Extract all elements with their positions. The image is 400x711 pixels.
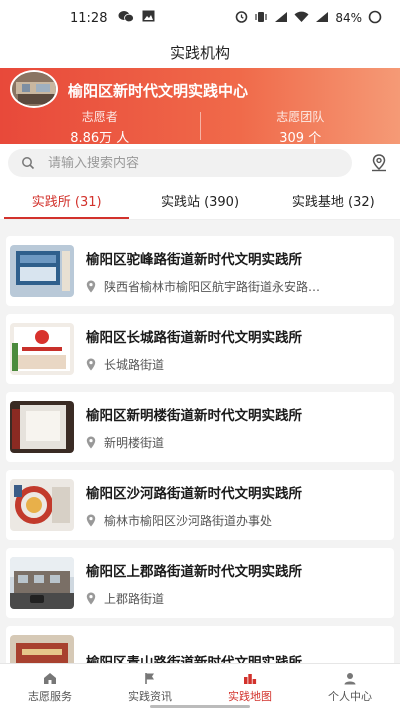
wifi-icon xyxy=(294,11,309,26)
search-row xyxy=(0,144,400,182)
center-name: 榆阳区新时代文明实践中心 xyxy=(68,82,249,100)
item-title: 榆阳区青山路街道新时代文明实践所 xyxy=(86,655,302,663)
nav-label: 实践地图 xyxy=(228,690,272,703)
map-location-button[interactable] xyxy=(368,152,390,174)
alarm-icon xyxy=(235,10,248,26)
image-icon xyxy=(142,10,155,27)
list-item[interactable]: 榆阳区上郡路街道新时代文明实践所 上郡路街道 xyxy=(6,548,394,618)
stat-value: 309 个 xyxy=(279,131,322,146)
stat-label: 志愿团队 xyxy=(276,110,325,124)
team-stat: 志愿团队 309 个 xyxy=(201,108,400,146)
item-title: 榆阳区沙河路街道新时代文明实践所 xyxy=(86,485,302,502)
item-title: 榆阳区驼峰路街道新时代文明实践所 xyxy=(86,251,302,268)
item-title: 榆阳区上郡路街道新时代文明实践所 xyxy=(86,563,302,580)
item-thumbnail xyxy=(10,401,74,453)
list-item[interactable]: 榆阳区长城路街道新时代文明实践所 长城路街道 xyxy=(6,314,394,384)
nav-label: 实践资讯 xyxy=(128,690,172,703)
item-address: 榆林市榆阳区沙河路街道办事处 xyxy=(104,513,273,528)
home-icon xyxy=(42,671,58,685)
status-time: 11:28 xyxy=(70,10,108,26)
volunteer-stat: 志愿者 8.86万 人 xyxy=(0,108,200,146)
item-address: 上郡路街道 xyxy=(104,591,165,606)
wechat-icon xyxy=(118,10,134,27)
item-thumbnail xyxy=(10,245,74,297)
nav-practice-news[interactable]: 实践资讯 xyxy=(100,664,200,711)
map-pin-icon xyxy=(372,154,386,172)
stat-label: 志愿者 xyxy=(81,110,118,124)
item-address: 长城路街道 xyxy=(104,357,165,372)
item-title: 榆阳区新明楼街道新时代文明实践所 xyxy=(86,407,302,424)
institution-list: 榆阳区驼峰路街道新时代文明实践所 陕西省榆林市榆阳区航宇路街道永安路… 榆阳区长… xyxy=(0,232,400,663)
item-address: 新明楼街道 xyxy=(104,435,165,450)
category-tabs: 实践所 (31) 实践站 (390) 实践基地 (32) xyxy=(0,182,400,220)
item-title: 榆阳区长城路街道新时代文明实践所 xyxy=(86,329,302,346)
status-bar: 11:28 84% xyxy=(0,0,400,36)
list-item[interactable]: 榆阳区新明楼街道新时代文明实践所 新明楼街道 xyxy=(6,392,394,462)
battery-icon xyxy=(368,10,382,27)
person-icon xyxy=(342,671,358,685)
signal-icon xyxy=(315,11,329,26)
item-address: 陕西省榆林市榆阳区航宇路街道永安路… xyxy=(104,279,321,294)
location-pin-icon xyxy=(86,513,98,527)
battery-percent: 84% xyxy=(335,11,362,25)
signal-icon xyxy=(274,11,288,26)
nav-label: 个人中心 xyxy=(328,690,372,703)
location-pin-icon xyxy=(86,279,98,293)
title-bar: 实践机构 xyxy=(0,36,400,68)
tab-practice-base[interactable]: 实践基地 (32) xyxy=(267,182,400,219)
search-icon xyxy=(20,155,36,171)
list-item[interactable]: 榆阳区驼峰路街道新时代文明实践所 陕西省榆林市榆阳区航宇路街道永安路… xyxy=(6,236,394,306)
home-indicator[interactable] xyxy=(150,705,250,708)
search-input[interactable] xyxy=(48,155,288,171)
bottom-nav: 志愿服务 实践资讯 实践地图 个人中心 xyxy=(0,663,400,711)
location-pin-icon xyxy=(86,357,98,371)
nav-volunteer-service[interactable]: 志愿服务 xyxy=(0,664,100,711)
stat-value: 8.86万 人 xyxy=(70,131,130,146)
item-thumbnail xyxy=(10,635,74,663)
center-banner[interactable]: 榆阳区新时代文明实践中心 志愿者 8.86万 人 志愿团队 309 个 xyxy=(0,68,400,146)
location-pin-icon xyxy=(86,435,98,449)
tab-practice-station[interactable]: 实践站 (390) xyxy=(133,182,266,219)
location-pin-icon xyxy=(86,591,98,605)
list-item[interactable]: 榆阳区青山路街道新时代文明实践所 xyxy=(6,626,394,663)
vibrate-icon xyxy=(254,11,268,26)
item-thumbnail xyxy=(10,479,74,531)
center-avatar xyxy=(10,70,58,108)
nav-personal-center[interactable]: 个人中心 xyxy=(300,664,400,711)
map-icon xyxy=(242,671,258,685)
flag-icon xyxy=(142,671,158,685)
page-title: 实践机构 xyxy=(169,43,230,62)
tab-practice-office[interactable]: 实践所 (31) xyxy=(0,182,133,219)
search-box[interactable] xyxy=(8,149,352,177)
list-item[interactable]: 榆阳区沙河路街道新时代文明实践所 榆林市榆阳区沙河路街道办事处 xyxy=(6,470,394,540)
nav-label: 志愿服务 xyxy=(28,690,72,703)
item-thumbnail xyxy=(10,557,74,609)
nav-practice-map[interactable]: 实践地图 xyxy=(200,664,300,711)
item-thumbnail xyxy=(10,323,74,375)
